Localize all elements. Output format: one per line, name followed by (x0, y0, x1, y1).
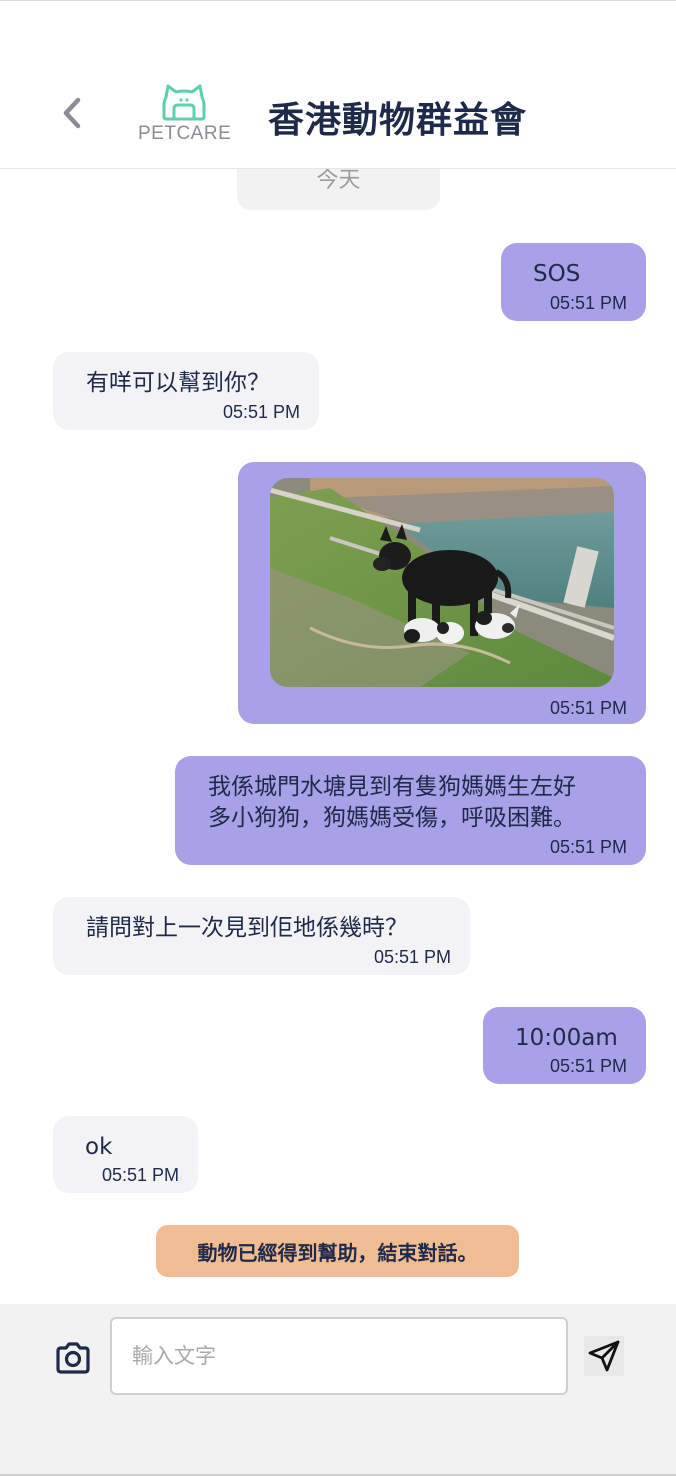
message-text: 有咩可以幫到你？ (86, 370, 270, 396)
message-text: 請問對上一次見到佢地係幾時？ (86, 915, 408, 941)
message-time: 05:51 PM (101, 1165, 179, 1185)
chevron-left-icon (63, 97, 81, 129)
message-outgoing-image[interactable]: 05:51 PM (238, 462, 646, 724)
message-time: 05:51 PM (549, 1056, 627, 1076)
message-input-bar (0, 1304, 676, 1474)
camera-icon (56, 1342, 90, 1374)
page-title: 香港動物群益會 (268, 100, 528, 141)
message-time: 05:51 PM (222, 402, 300, 422)
message-text: SOS (533, 261, 581, 287)
message-time: 05:51 PM (549, 293, 627, 313)
message-text: 10:00am (515, 1025, 618, 1051)
logo-text: PETCARE (138, 123, 232, 144)
message-outgoing[interactable]: 我係城門水塘見到有隻狗媽媽生左好 多小狗狗，狗媽媽受傷，呼吸困難。 05:51 … (175, 756, 646, 865)
date-separator: 今天 (237, 169, 440, 210)
message-outgoing[interactable]: SOS 05:51 PM (501, 243, 646, 321)
message-incoming[interactable]: ok 05:51 PM (53, 1116, 198, 1193)
back-button[interactable] (50, 91, 94, 135)
send-icon (588, 1340, 620, 1372)
petcare-logo: PETCARE (138, 83, 232, 147)
conversation-ended-notice: 動物已經得到幫助，結束對話。 (156, 1225, 519, 1277)
message-text-line-2: 多小狗狗，狗媽媽受傷，呼吸困難。 (208, 805, 576, 831)
chat-messages[interactable]: 今天 SOS 05:51 PM 有咩可以幫到你？ 05:51 PM 05:51 … (0, 169, 676, 1304)
message-text-line-1: 我係城門水塘見到有隻狗媽媽生左好 (208, 774, 576, 800)
message-time: 05:51 PM (549, 837, 627, 857)
chat-header: PETCARE 香港動物群益會 (0, 1, 676, 169)
message-text: ok (85, 1134, 113, 1160)
message-time: 05:51 PM (373, 947, 451, 967)
dog-with-puppies-photo[interactable] (270, 478, 614, 687)
cat-logo-icon (162, 84, 206, 121)
message-time: 05:51 PM (549, 698, 627, 718)
date-label: 今天 (316, 169, 361, 193)
send-button[interactable] (584, 1336, 624, 1376)
message-incoming[interactable]: 請問對上一次見到佢地係幾時？ 05:51 PM (53, 897, 470, 975)
message-incoming[interactable]: 有咩可以幫到你？ 05:51 PM (53, 352, 319, 430)
message-outgoing[interactable]: 10:00am 05:51 PM (483, 1007, 646, 1084)
message-input[interactable] (110, 1317, 568, 1395)
camera-button[interactable] (50, 1336, 96, 1380)
